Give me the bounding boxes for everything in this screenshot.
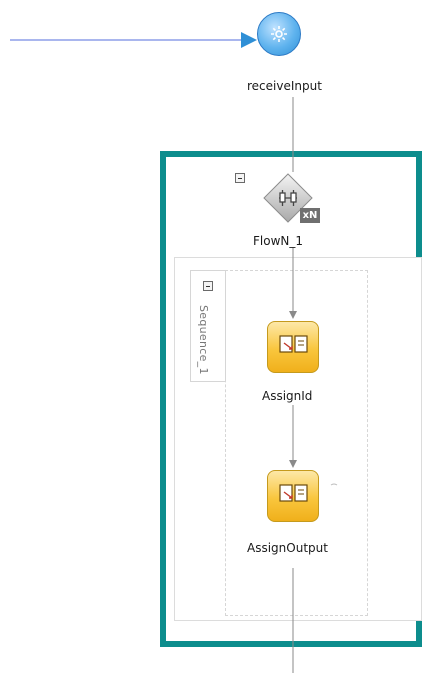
flow-label: FlowN_1 (253, 234, 304, 248)
assign-output-node[interactable] (267, 470, 319, 522)
sequence-collapse-toggle[interactable] (203, 281, 213, 291)
sequence-label: Sequence_1 (197, 305, 210, 375)
bpel-process-canvas: receiveInput xN FlowN_1 Sequence_1 Assig… (0, 0, 422, 673)
assign-icon (279, 335, 308, 353)
gear-icon (271, 26, 287, 42)
assign-output-label: AssignOutput (247, 541, 328, 555)
small-handle-mark (330, 483, 338, 486)
receive-activity-node[interactable] (257, 12, 301, 56)
multiplicity-badge: xN (300, 208, 320, 223)
assign-icon (279, 484, 308, 502)
connector-layer (10, 32, 338, 673)
receive-label: receiveInput (247, 79, 322, 93)
assign-id-node[interactable] (267, 321, 319, 373)
flow-collapse-toggle[interactable] (235, 173, 245, 183)
assign-id-label: AssignId (262, 389, 313, 403)
